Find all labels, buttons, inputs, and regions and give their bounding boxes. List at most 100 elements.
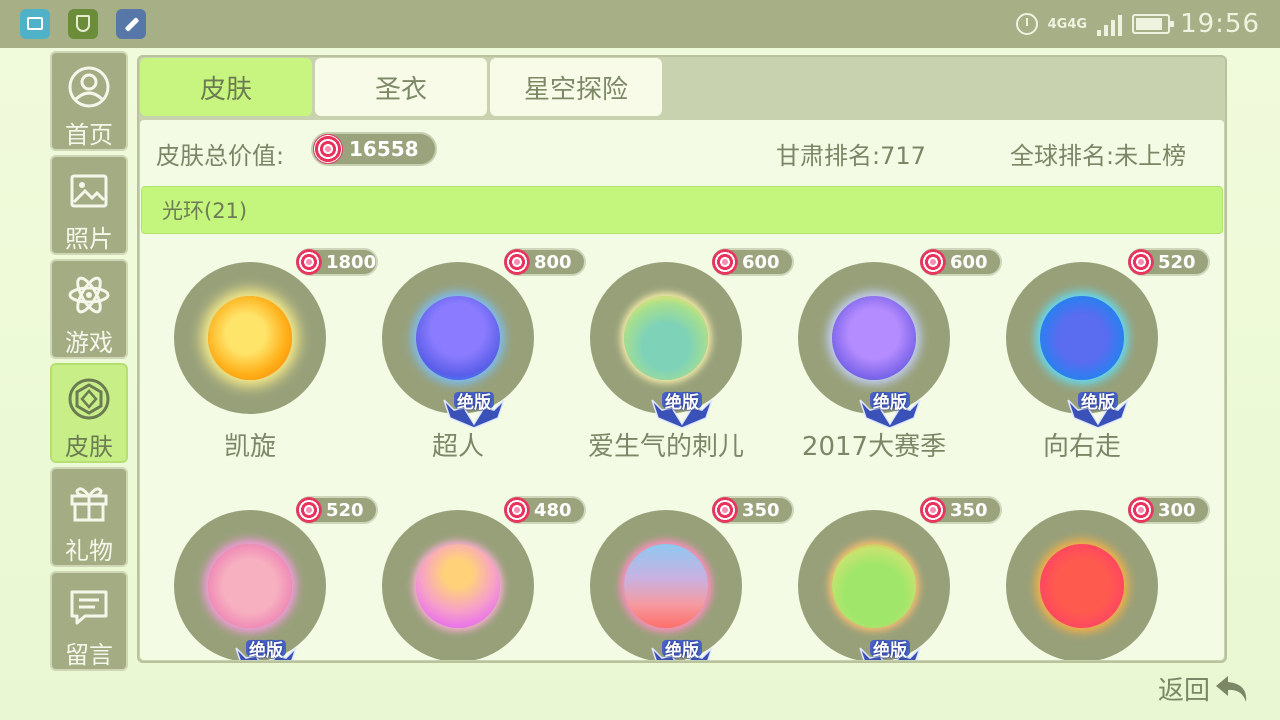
tab-holy-cloth[interactable]: 圣衣 [315, 58, 487, 116]
limited-badge-label: 绝版 [665, 641, 699, 660]
candy-icon [1128, 497, 1154, 523]
province-rank: 甘肃排名:717 [776, 142, 926, 170]
limited-badge-label: 绝版 [1081, 393, 1115, 413]
candy-icon [504, 249, 530, 275]
halo-image [208, 544, 292, 628]
limited-badge: 绝版 [234, 638, 298, 660]
skin-item[interactable]: 300 [974, 488, 1210, 660]
sidebar-item-label: 游戏 [65, 329, 113, 357]
gem-icon [67, 377, 111, 421]
item-disk [174, 262, 326, 414]
item-name: 超人 [431, 432, 484, 462]
candy-icon [1128, 249, 1154, 275]
signal-icon [1097, 12, 1123, 36]
candy-icon [920, 497, 946, 523]
total-value-label: 皮肤总价值: [156, 142, 285, 170]
total-value: 16558 [349, 137, 419, 161]
item-name: 向右走 [1042, 432, 1121, 462]
candy-icon [920, 249, 946, 275]
candy-icon [296, 249, 322, 275]
halo-image [832, 296, 916, 380]
item-name: 爱生气的刺儿 [587, 432, 744, 462]
limited-badge-label: 绝版 [249, 641, 283, 660]
halo-image [1040, 544, 1124, 628]
photo-icon [67, 169, 111, 213]
candy-icon [313, 134, 343, 164]
back-label: 返回 [1158, 676, 1211, 706]
limited-badge-label: 绝版 [873, 641, 907, 660]
price-value: 300 [1158, 499, 1196, 521]
message-icon [67, 585, 111, 629]
gift-icon [67, 481, 111, 525]
sidebar-item-photos[interactable]: 照片 [50, 155, 128, 255]
sidebar-item-label: 礼物 [65, 537, 113, 565]
sidebar-item-games[interactable]: 游戏 [50, 259, 128, 359]
sidebar-item-messages[interactable]: 留言 [50, 571, 128, 671]
limited-badge: 绝版 [1066, 390, 1130, 429]
limited-badge: 绝版 [858, 638, 922, 660]
tab-skins[interactable]: 皮肤 [140, 58, 312, 116]
section-header[interactable]: 光环(21) [141, 186, 1223, 234]
gallery-icon [20, 9, 50, 39]
sidebar-item-gifts[interactable]: 礼物 [50, 467, 128, 567]
main-panel: 皮肤 圣衣 星空探险 皮肤总价值: 16558 甘肃排名:717 全球排名:未上… [137, 55, 1227, 663]
halo-image [416, 544, 500, 628]
item-disk [382, 510, 534, 660]
status-bar: 4G4G 19:56 [0, 0, 1280, 48]
skin-content: 皮肤总价值: 16558 甘肃排名:717 全球排名:未上榜 光环(21) 18… [140, 120, 1224, 660]
global-rank: 全球排名:未上榜 [1010, 142, 1187, 170]
sidebar: 首页 照片 游戏 皮肤 礼物 留言 [50, 51, 128, 675]
skin-item[interactable]: 600 绝版 爱生气的刺儿 [558, 240, 794, 470]
total-value-pill: 16558 [311, 132, 437, 166]
limited-badge: 绝版 [442, 390, 506, 429]
limited-badge-label: 绝版 [873, 393, 907, 413]
halo-image [416, 296, 500, 380]
sidebar-item-label: 照片 [65, 225, 113, 253]
summary-row: 皮肤总价值: 16558 甘肃排名:717 全球排名:未上榜 [140, 120, 1224, 180]
item-disk [1006, 510, 1158, 660]
item-name: 2017大赛季 [801, 432, 947, 462]
battery-icon [1132, 14, 1175, 34]
tab-bar: 皮肤 圣衣 星空探险 [140, 58, 662, 116]
skin-item[interactable]: 1800 凯旋 [142, 240, 378, 470]
candy-icon [504, 497, 530, 523]
shield-icon [68, 9, 98, 39]
back-button[interactable]: 返回 [1158, 670, 1252, 707]
skin-item[interactable]: 520 绝版 [142, 488, 378, 660]
limited-badge: 绝版 [650, 638, 714, 660]
sidebar-item-label: 首页 [65, 121, 113, 149]
candy-icon [712, 249, 738, 275]
tool-icon [116, 9, 146, 39]
sidebar-item-skins[interactable]: 皮肤 [50, 363, 128, 463]
price-pill: 520 [1128, 248, 1210, 276]
candy-icon [296, 497, 322, 523]
item-name: 凯旋 [223, 432, 276, 462]
limited-badge-label: 绝版 [665, 393, 699, 413]
skin-item[interactable]: 350 绝版 [766, 488, 1002, 660]
tab-star-adventure[interactable]: 星空探险 [490, 58, 662, 116]
network-label: 4G4G [1047, 16, 1088, 32]
limited-badge: 绝版 [858, 390, 922, 429]
user-icon [67, 65, 111, 109]
price-value: 520 [1158, 251, 1196, 273]
skin-item[interactable]: 480 [350, 488, 586, 660]
limited-badge: 绝版 [650, 390, 714, 429]
skin-item[interactable]: 520 绝版 向右走 [974, 240, 1210, 470]
clock: 19:56 [1180, 9, 1260, 39]
price-pill: 300 [1128, 496, 1210, 524]
alarm-icon [1015, 13, 1038, 35]
atom-icon [67, 273, 111, 317]
sidebar-item-home[interactable]: 首页 [50, 51, 128, 151]
sidebar-item-label: 皮肤 [65, 433, 113, 461]
halo-image [208, 296, 292, 380]
skin-item[interactable]: 600 绝版 2017大赛季 [766, 240, 1002, 470]
back-arrow-icon [1216, 675, 1247, 702]
halo-image [832, 544, 916, 628]
skin-item[interactable]: 800 绝版 超人 [350, 240, 586, 470]
limited-badge-label: 绝版 [457, 393, 491, 413]
halo-image [624, 296, 708, 380]
skin-item[interactable]: 350 绝版 [558, 488, 794, 660]
sidebar-item-label: 留言 [65, 641, 113, 669]
halo-image [624, 544, 708, 628]
candy-icon [712, 497, 738, 523]
